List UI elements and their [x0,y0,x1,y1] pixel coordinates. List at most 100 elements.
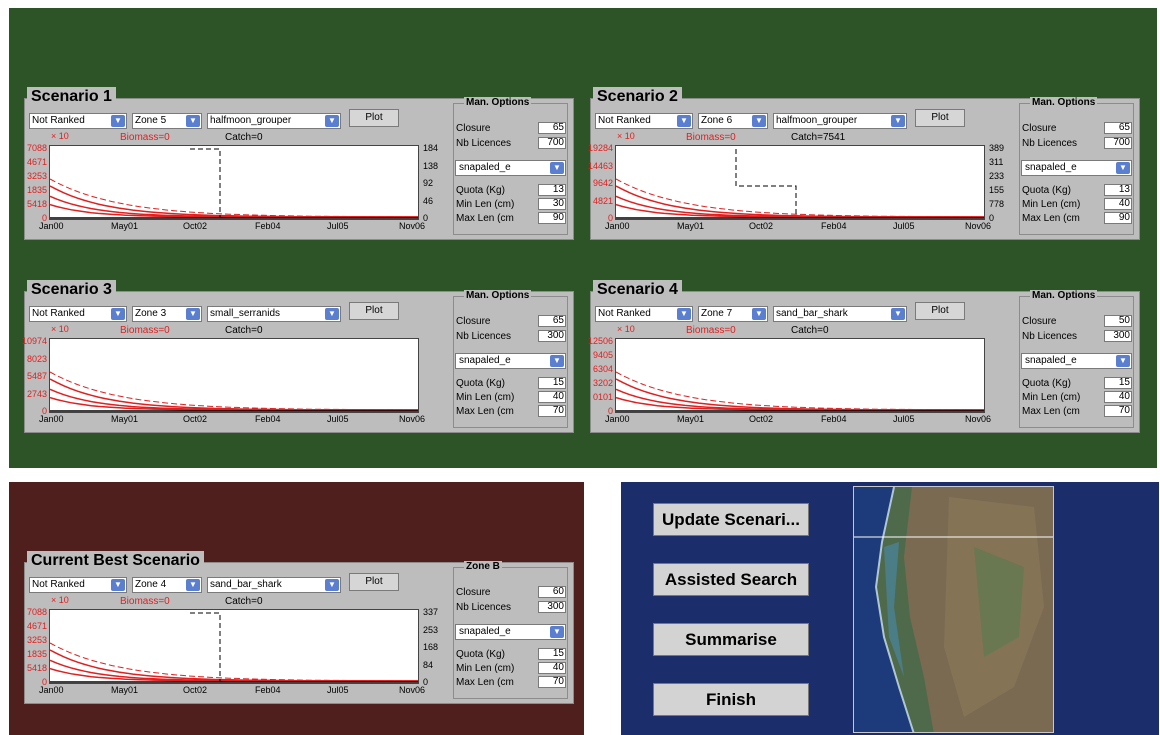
x-tick-label: Oct02 [749,414,774,424]
licences-field[interactable]: 300 [538,601,566,613]
max-length-field[interactable]: 90 [538,212,566,224]
licences-label: Nb Licences [456,138,512,149]
biomass-plot[interactable] [615,338,985,413]
gear-method-select[interactable]: snapaled_e ▼ [455,624,566,640]
scenario-panel: Scenario 4 Not Ranked ▼ Zone 7 ▼ sand_ba… [588,280,1140,433]
min-length-field[interactable]: 40 [538,662,566,674]
max-length-field[interactable]: 90 [1104,212,1132,224]
zone-select[interactable]: Zone 6 ▼ [698,113,768,129]
licences-field[interactable]: 700 [538,137,566,149]
assisted-search-button[interactable]: Assisted Search [653,563,809,596]
species-select[interactable]: halfmoon_grouper ▼ [207,113,341,129]
chevron-down-icon: ▼ [752,308,766,320]
biomass-series-line [616,185,984,218]
plot-button[interactable]: Plot [915,302,965,320]
quota-field[interactable]: 13 [538,184,566,196]
quota-field[interactable]: 15 [538,377,566,389]
y-exponent: × 10 [617,131,635,141]
rank-select[interactable]: Not Ranked ▼ [595,306,693,322]
biomass-plot[interactable] [49,145,419,220]
right-tick-label: 155 [989,185,1005,195]
min-length-field[interactable]: 40 [538,391,566,403]
x-tick-label: May01 [677,221,705,231]
y-exponent: × 10 [51,131,69,141]
licences-field[interactable]: 300 [538,330,566,342]
min-length-field[interactable]: 30 [538,198,566,210]
species-value: sand_bar_shark [210,579,282,590]
rank-select[interactable]: Not Ranked ▼ [29,113,127,129]
species-value: halfmoon_grouper [210,115,292,126]
right-tick-label: 168 [423,642,439,652]
rank-value: Not Ranked [32,579,85,590]
closure-field[interactable]: 60 [538,586,566,598]
biomass-readout: Biomass=0 [686,325,736,336]
plot-button[interactable]: Plot [349,109,399,127]
zone-value: Zone 3 [135,308,167,319]
rank-select[interactable]: Not Ranked ▼ [29,577,127,593]
min-length-field[interactable]: 40 [1104,198,1132,210]
min-length-field[interactable]: 40 [1104,391,1132,403]
x-tick-label: Jan00 [605,414,630,424]
species-select[interactable]: small_serranids ▼ [207,306,341,322]
max-length-field[interactable]: 70 [1104,405,1132,417]
plot-button[interactable]: Plot [349,573,399,591]
max-length-field[interactable]: 70 [538,676,566,688]
quota-field[interactable]: 15 [538,648,566,660]
closure-field[interactable]: 50 [1104,315,1132,327]
panel-title: Scenario 3 [27,280,116,300]
chevron-down-icon: ▼ [677,115,691,127]
closure-row: Closure 65 [456,122,566,135]
x-tick-label: Nov06 [399,221,426,231]
zone-map[interactable] [853,486,1054,733]
min-length-row: Min Len (cm) 30 [456,198,566,211]
plot-button[interactable]: Plot [349,302,399,320]
plot-button[interactable]: Plot [915,109,965,127]
catch-readout: Catch=0 [791,325,829,336]
chevron-down-icon: ▼ [325,579,339,591]
biomass-plot[interactable] [49,338,419,413]
max-length-field[interactable]: 70 [538,405,566,417]
closure-label: Closure [456,123,491,134]
y-tick-label: 1835 [26,185,47,195]
gear-method-select[interactable]: snapaled_e ▼ [455,160,566,176]
x-tick-label: May01 [677,414,705,424]
min-length-label: Min Len (cm) [1022,392,1081,403]
zone-select[interactable]: Zone 4 ▼ [132,577,202,593]
update-scenario-button[interactable]: Update Scenari... [653,503,809,536]
y-tick-label: 10974 [21,336,47,346]
quota-field[interactable]: 13 [1104,184,1132,196]
biomass-plot[interactable] [615,145,985,220]
species-select[interactable]: halfmoon_grouper ▼ [773,113,907,129]
y-tick-label: 5487 [26,371,47,381]
quota-field[interactable]: 15 [1104,377,1132,389]
rank-select[interactable]: Not Ranked ▼ [29,306,127,322]
max-length-row: Max Len (cm 70 [456,676,566,689]
gear-method-select[interactable]: snapaled_e ▼ [1021,160,1132,176]
finish-button[interactable]: Finish [653,683,809,716]
x-tick-label: Oct02 [183,685,208,695]
zone-select[interactable]: Zone 7 ▼ [698,306,768,322]
closure-field[interactable]: 65 [1104,122,1132,134]
panel-title: Scenario 2 [593,87,682,107]
species-select[interactable]: sand_bar_shark ▼ [773,306,907,322]
min-length-row: Min Len (cm) 40 [456,391,566,404]
closure-field[interactable]: 65 [538,315,566,327]
biomass-plot[interactable] [49,609,419,684]
closure-field[interactable]: 65 [538,122,566,134]
species-select[interactable]: sand_bar_shark ▼ [207,577,341,593]
gear-method-value: snapaled_e [459,626,511,637]
quota-row: Quota (Kg) 15 [456,377,566,390]
x-tick-label: Jan00 [39,221,64,231]
zone-select[interactable]: Zone 5 ▼ [132,113,202,129]
licences-field[interactable]: 300 [1104,330,1132,342]
closure-label: Closure [456,316,491,327]
gear-method-select[interactable]: snapaled_e ▼ [1021,353,1132,369]
panel-title: Scenario 4 [593,280,682,300]
gear-method-select[interactable]: snapaled_e ▼ [455,353,566,369]
rank-select[interactable]: Not Ranked ▼ [595,113,693,129]
zone-value: Zone 7 [701,308,733,319]
licences-field[interactable]: 700 [1104,137,1132,149]
zone-select[interactable]: Zone 3 ▼ [132,306,202,322]
summarise-button[interactable]: Summarise [653,623,809,656]
chevron-down-icon: ▼ [325,115,339,127]
